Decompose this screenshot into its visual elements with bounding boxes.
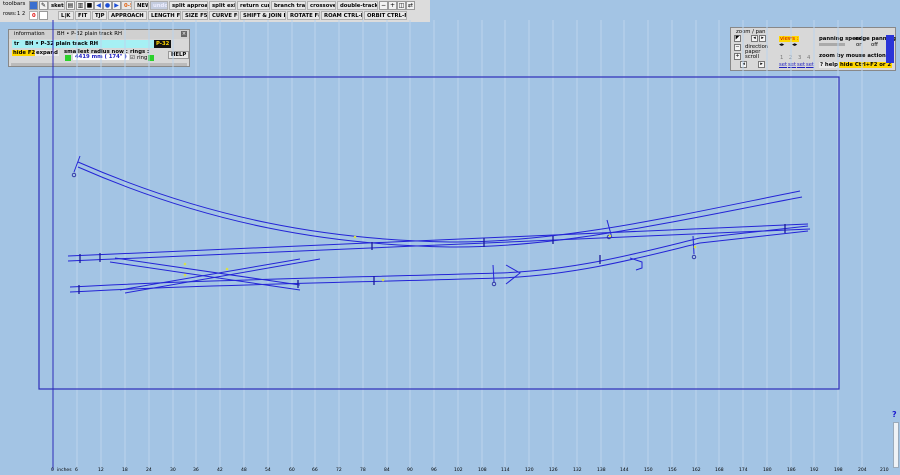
ruler-tick: 180 bbox=[763, 468, 772, 473]
ruler-tick: 108 bbox=[478, 468, 487, 473]
ruler-tick: 24 bbox=[146, 468, 152, 473]
ruler-tick: 96 bbox=[431, 468, 437, 473]
ruler-tick: 168 bbox=[715, 468, 724, 473]
ruler-tick: 12 bbox=[98, 468, 104, 473]
ruler-tick: 6 bbox=[75, 468, 78, 473]
ruler-tick: 138 bbox=[597, 468, 606, 473]
curved-track-rail-a bbox=[77, 161, 801, 243]
ruler-tick: 42 bbox=[217, 468, 223, 473]
direction-arrow-icon bbox=[505, 264, 521, 285]
ruler-tick: 102 bbox=[454, 468, 463, 473]
ruler-tick: 174 bbox=[739, 468, 748, 473]
ruler-tick: 150 bbox=[644, 468, 653, 473]
main-line-rail-b bbox=[67, 228, 811, 262]
bottom-ruler: 0 inches 6 12 18 24 30 36 42 48 54 60 66… bbox=[0, 467, 900, 475]
timber-marker-b bbox=[492, 264, 495, 283]
ruler-tick: 54 bbox=[265, 468, 271, 473]
ruler-tick: 0 bbox=[51, 468, 54, 473]
ruler-tick: 132 bbox=[573, 468, 582, 473]
ruler-tick: 210 bbox=[880, 468, 889, 473]
track-plan bbox=[67, 155, 811, 294]
ruler-tick: 90 bbox=[407, 468, 413, 473]
ruler-tick: 186 bbox=[787, 468, 796, 473]
ruler-tick: 48 bbox=[241, 468, 247, 473]
ruler-tick: 84 bbox=[384, 468, 390, 473]
ruler-tick: 30 bbox=[170, 468, 176, 473]
timber-marker-c bbox=[692, 235, 695, 255]
crossover-rail-c bbox=[119, 258, 301, 291]
help-question-icon[interactable]: ? bbox=[892, 410, 897, 419]
ruler-tick: 162 bbox=[692, 468, 701, 473]
ruler-tick: 72 bbox=[336, 468, 342, 473]
ruler-tick: 36 bbox=[193, 468, 199, 473]
ruler-tick: 156 bbox=[668, 468, 677, 473]
ruler-tick: 120 bbox=[525, 468, 534, 473]
ruler-unit: inches bbox=[57, 468, 72, 473]
drawing-canvas[interactable] bbox=[0, 0, 900, 475]
ruler-tick: 126 bbox=[549, 468, 558, 473]
ruler-tick: 204 bbox=[858, 468, 867, 473]
ruler-tick: 192 bbox=[810, 468, 819, 473]
crossover-rail-b bbox=[109, 261, 301, 291]
vertical-scrollbar[interactable] bbox=[893, 422, 899, 468]
main-line-rail-a bbox=[67, 223, 809, 257]
ruler-tick: 78 bbox=[360, 468, 366, 473]
ruler-tick: 18 bbox=[122, 468, 128, 473]
peg-markers bbox=[71, 172, 697, 287]
ruler-tick: 66 bbox=[312, 468, 318, 473]
ruler-tick: 198 bbox=[834, 468, 843, 473]
ruler-tick: 114 bbox=[501, 468, 510, 473]
ruler-tick: 60 bbox=[289, 468, 295, 473]
ruler-tick: 144 bbox=[620, 468, 629, 473]
curved-track-rail-b bbox=[77, 166, 803, 248]
